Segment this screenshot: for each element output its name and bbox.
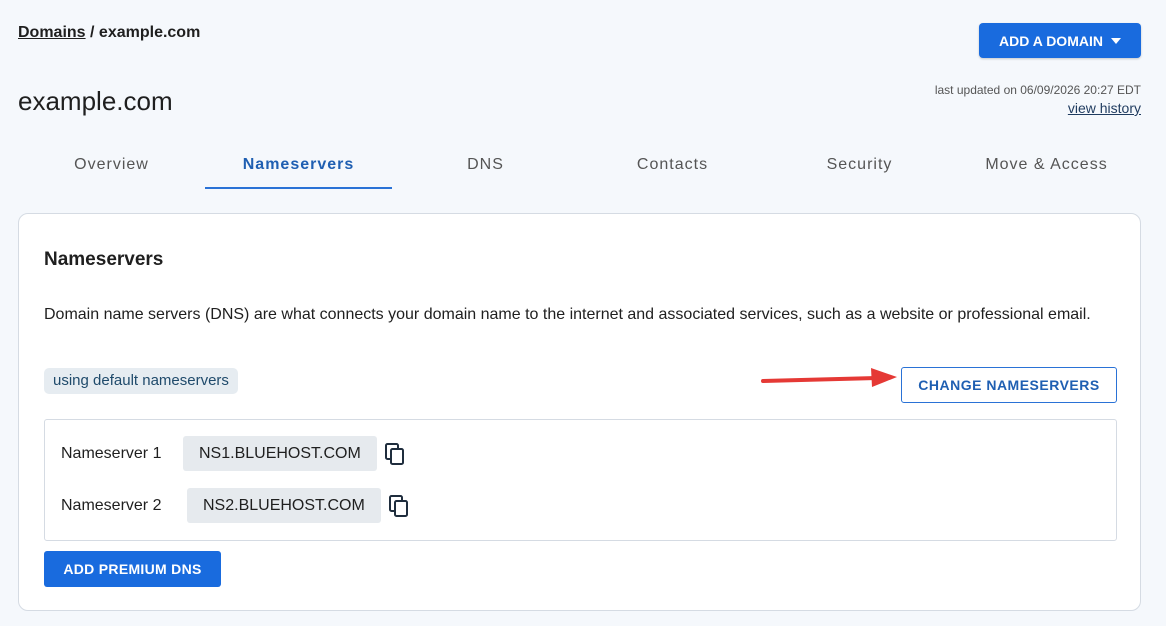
add-premium-dns-button[interactable]: ADD PREMIUM DNS: [44, 551, 221, 587]
nameserver-value: NS2.BLUEHOST.COM: [187, 488, 381, 523]
status-badge: using default nameservers: [44, 368, 238, 394]
tab-overview[interactable]: Overview: [18, 145, 205, 189]
nameserver-row: Nameserver 2 NS2.BLUEHOST.COM: [61, 488, 411, 523]
card-description: Domain name servers (DNS) are what conne…: [44, 306, 1091, 323]
tab-nameservers[interactable]: Nameservers: [205, 145, 392, 189]
copy-icon[interactable]: [387, 494, 411, 518]
card-title: Nameservers: [44, 249, 164, 270]
tab-bar: Overview Nameservers DNS Contacts Securi…: [18, 145, 1140, 189]
change-nameservers-button[interactable]: CHANGE NAMESERVERS: [901, 367, 1117, 403]
breadcrumb-separator: /: [85, 24, 99, 41]
nameserver-label: Nameserver 1: [61, 444, 162, 462]
nameserver-label: Nameserver 2: [61, 496, 162, 514]
breadcrumb-current: example.com: [98, 24, 201, 41]
add-domain-label: ADD A DOMAIN: [999, 32, 1103, 49]
breadcrumb: Domains / example.com: [18, 24, 200, 42]
tab-dns[interactable]: DNS: [392, 145, 579, 189]
page-title: example.com: [18, 86, 173, 116]
copy-icon[interactable]: [383, 442, 407, 466]
nameserver-row: Nameserver 1 NS1.BLUEHOST.COM: [61, 436, 407, 471]
caret-down-icon: [1110, 37, 1121, 44]
add-domain-button[interactable]: ADD A DOMAIN: [979, 23, 1141, 58]
view-history-link[interactable]: view history: [1068, 100, 1141, 116]
tab-contacts[interactable]: Contacts: [579, 145, 766, 189]
breadcrumb-domains-link[interactable]: Domains: [18, 24, 86, 41]
tab-security[interactable]: Security: [766, 145, 953, 189]
annotation-arrow-icon: [761, 368, 897, 387]
nameserver-value: NS1.BLUEHOST.COM: [183, 436, 377, 471]
tab-move-access[interactable]: Move & Access: [953, 145, 1140, 189]
nameservers-card: Nameservers Domain name servers (DNS) ar…: [18, 213, 1141, 611]
nameserver-list: Nameserver 1 NS1.BLUEHOST.COM Nameserver…: [44, 419, 1117, 541]
last-updated-text: last updated on 06/09/2026 20:27 EDT: [934, 83, 1141, 97]
